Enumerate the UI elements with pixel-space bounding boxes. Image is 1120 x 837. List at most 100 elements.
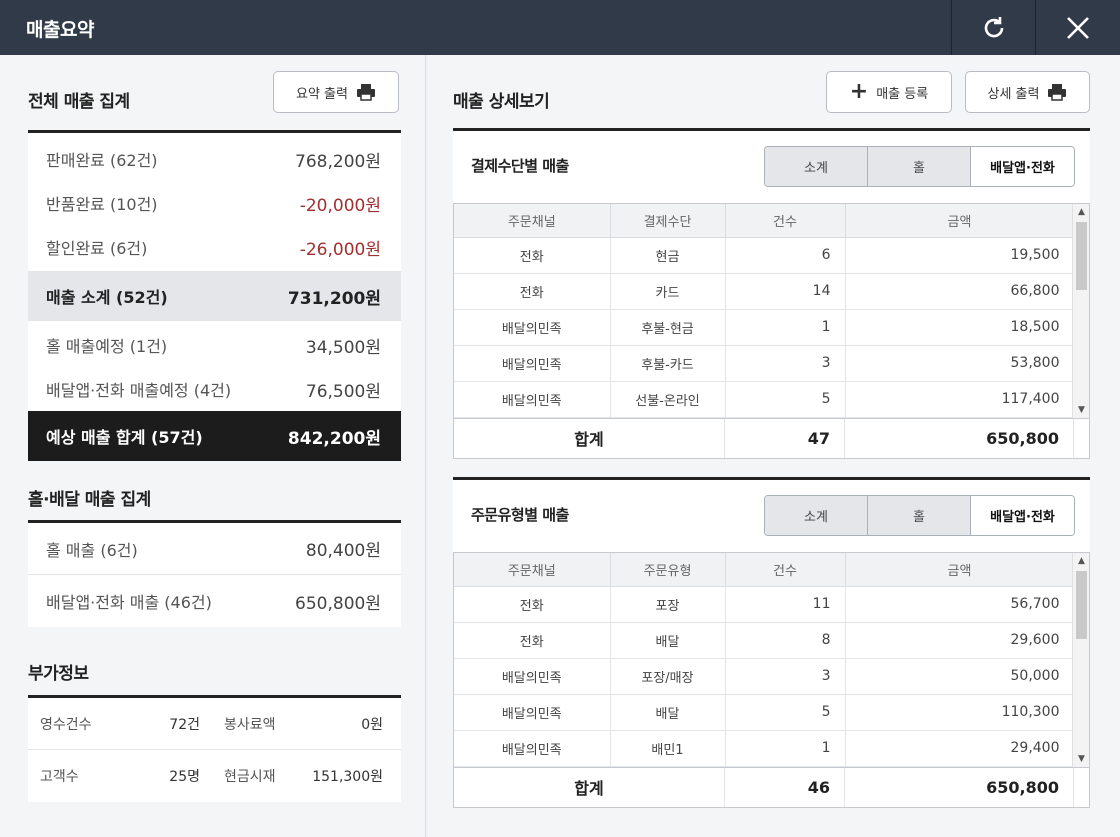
segment-hall[interactable]: 홀: [868, 496, 971, 535]
channel-cell: 배달의민족: [454, 381, 611, 418]
total-row: 예상 매출 합계 (57건) 842,200원: [28, 411, 401, 461]
segment-subtotal[interactable]: 소계: [765, 147, 868, 186]
detail-panel: 매출 상세보기 + 매출 등록 상세 출력 결제수단별 매출 소계 홀 배달앱·…: [427, 55, 1120, 837]
total-label: 예상 매출 합계 (57건): [46, 428, 203, 447]
column-header: 건수: [725, 204, 846, 238]
footer-count: 47: [725, 418, 845, 458]
count-cell: 1: [725, 309, 846, 346]
summary-row: 반품완료 (10건) -20,000원: [28, 181, 401, 225]
table-row[interactable]: 배달의민족 배민1 1 29,400: [454, 730, 1075, 767]
count-cell: 3: [725, 345, 846, 382]
row-label: 배달앱·전화 매출예정 (4건): [46, 381, 232, 400]
amount-cell: 50,000: [845, 658, 1075, 695]
row-value: 34,500원: [305, 337, 381, 358]
count-cell: 6: [725, 237, 846, 274]
row-value: 80,400원: [305, 541, 381, 561]
channel-cell: 전화: [454, 622, 611, 659]
detail-print-label: 상세 출력: [987, 86, 1040, 102]
expected-row: 배달앱·전화 매출예정 (4건) 76,500원: [28, 367, 401, 411]
table-row[interactable]: 배달의민족 후불-현금 1 18,500: [454, 309, 1075, 346]
table-row[interactable]: 배달의민족 후불-카드 3 53,800: [454, 345, 1075, 382]
order-type-panel: 주문유형별 매출 소계 홀 배달앱·전화 주문채널 주문유형 건수 금액 전화 …: [453, 477, 1090, 808]
table-row[interactable]: 배달의민족 선불-온라인 5 117,400: [454, 381, 1075, 418]
summary-title: 전체 매출 집계: [28, 92, 130, 112]
count-cell: 1: [725, 730, 846, 767]
table-footer-row: 합계 47 650,800: [454, 417, 1089, 458]
table-row[interactable]: 전화 카드 14 66,800: [454, 273, 1075, 310]
count-cell: 14: [725, 273, 846, 310]
summary-print-button[interactable]: 요약 출력: [273, 71, 399, 113]
amount-cell: 53,800: [845, 345, 1075, 382]
table-row[interactable]: 전화 현금 6 19,500: [454, 237, 1075, 274]
amount-cell: 56,700: [845, 586, 1075, 623]
channel-cell: 전화: [454, 273, 611, 310]
segment-subtotal[interactable]: 소계: [765, 496, 868, 535]
extra-row: 고객수 25명 현금시재 151,300원: [28, 750, 401, 802]
column-header: 금액: [845, 204, 1075, 238]
table-header-row: 주문채널 주문유형 건수 금액: [454, 553, 1075, 587]
row-label: 홀 매출예정 (1건): [46, 337, 168, 356]
segment-delivery-phone[interactable]: 배달앱·전화: [971, 147, 1074, 186]
summary-card: 판매완료 (62건) 768,200원 반품완료 (10건) -20,000원 …: [28, 130, 401, 461]
receipt-count-value: 72건: [169, 716, 200, 733]
footer-amount: 650,800: [845, 418, 1074, 458]
count-cell: 5: [725, 381, 846, 418]
channel-cell: 전화: [454, 586, 611, 623]
scroll-down-icon[interactable]: ▼: [1073, 402, 1090, 418]
scroll-up-icon[interactable]: ▲: [1073, 553, 1090, 569]
detail-print-button[interactable]: 상세 출력: [965, 71, 1090, 113]
amount-cell: 19,500: [845, 237, 1075, 274]
scroll-thumb[interactable]: [1076, 222, 1087, 290]
row-value: -26,000원: [299, 239, 381, 260]
title-bar: 매출요약: [0, 0, 1120, 55]
refresh-button[interactable]: [951, 0, 1035, 55]
table-row[interactable]: 배달의민족 포장/매장 3 50,000: [454, 658, 1075, 695]
column-header: 주문채널: [454, 204, 611, 238]
table-scrollbar[interactable]: ▲ ▼: [1072, 553, 1089, 767]
receipt-count-label: 영수건수: [40, 716, 92, 733]
table-scrollbar[interactable]: ▲ ▼: [1072, 204, 1089, 418]
order-table: 주문채널 주문유형 건수 금액 전화 포장 11 56,700 전화 배달 8 …: [453, 552, 1090, 808]
amount-cell: 66,800: [845, 273, 1075, 310]
method-cell: 카드: [610, 273, 726, 310]
summary-panel: 전체 매출 집계 요약 출력 판매완료 (62건) 768,200원 반품완료 …: [0, 55, 426, 837]
amount-cell: 110,300: [845, 694, 1075, 731]
order-type-cell: 배달: [610, 622, 726, 659]
column-header: 건수: [725, 553, 846, 587]
close-button[interactable]: [1035, 0, 1119, 55]
scroll-up-icon[interactable]: ▲: [1073, 204, 1090, 220]
segment-delivery-phone[interactable]: 배달앱·전화: [971, 496, 1074, 535]
row-label: 배달앱·전화 매출 (46건): [46, 593, 212, 612]
order-panel-title: 주문유형별 매출: [471, 506, 569, 524]
count-cell: 3: [725, 658, 846, 695]
register-sale-button[interactable]: + 매출 등록: [826, 71, 952, 113]
channel-cell: 배달의민족: [454, 345, 611, 382]
amount-cell: 29,600: [845, 622, 1075, 659]
register-sale-label: 매출 등록: [876, 86, 929, 102]
row-value: 650,800원: [295, 593, 381, 614]
method-cell: 선불-온라인: [610, 381, 726, 418]
summary-row: 할인완료 (6건) -26,000원: [28, 225, 401, 269]
payment-table: 주문채널 결제수단 건수 금액 전화 현금 6 19,500 전화 카드 14 …: [453, 203, 1090, 459]
service-fee-value: 0원: [361, 716, 383, 733]
table-row[interactable]: 전화 배달 8 29,600: [454, 622, 1075, 659]
table-row[interactable]: 배달의민족 배달 5 110,300: [454, 694, 1075, 731]
total-value: 842,200원: [287, 428, 381, 449]
channel-cell: 전화: [454, 237, 611, 274]
order-type-cell: 배민1: [610, 730, 726, 767]
table-row[interactable]: 전화 포장 11 56,700: [454, 586, 1075, 623]
row-value: 768,200원: [295, 151, 381, 172]
scroll-down-icon[interactable]: ▼: [1073, 751, 1090, 767]
segment-hall[interactable]: 홀: [868, 147, 971, 186]
subtotal-label: 매출 소계 (52건): [46, 288, 168, 307]
payment-method-panel: 결제수단별 매출 소계 홀 배달앱·전화 주문채널 결제수단 건수 금액 전화 …: [453, 128, 1090, 459]
order-type-cell: 포장: [610, 586, 726, 623]
row-label: 할인완료 (6건): [46, 239, 148, 258]
order-type-cell: 배달: [610, 694, 726, 731]
footer-label: 합계: [454, 767, 725, 807]
footer-count: 46: [725, 767, 845, 807]
channel-cell: 배달의민족: [454, 309, 611, 346]
count-cell: 11: [725, 586, 846, 623]
scroll-thumb[interactable]: [1076, 571, 1087, 639]
count-cell: 5: [725, 694, 846, 731]
